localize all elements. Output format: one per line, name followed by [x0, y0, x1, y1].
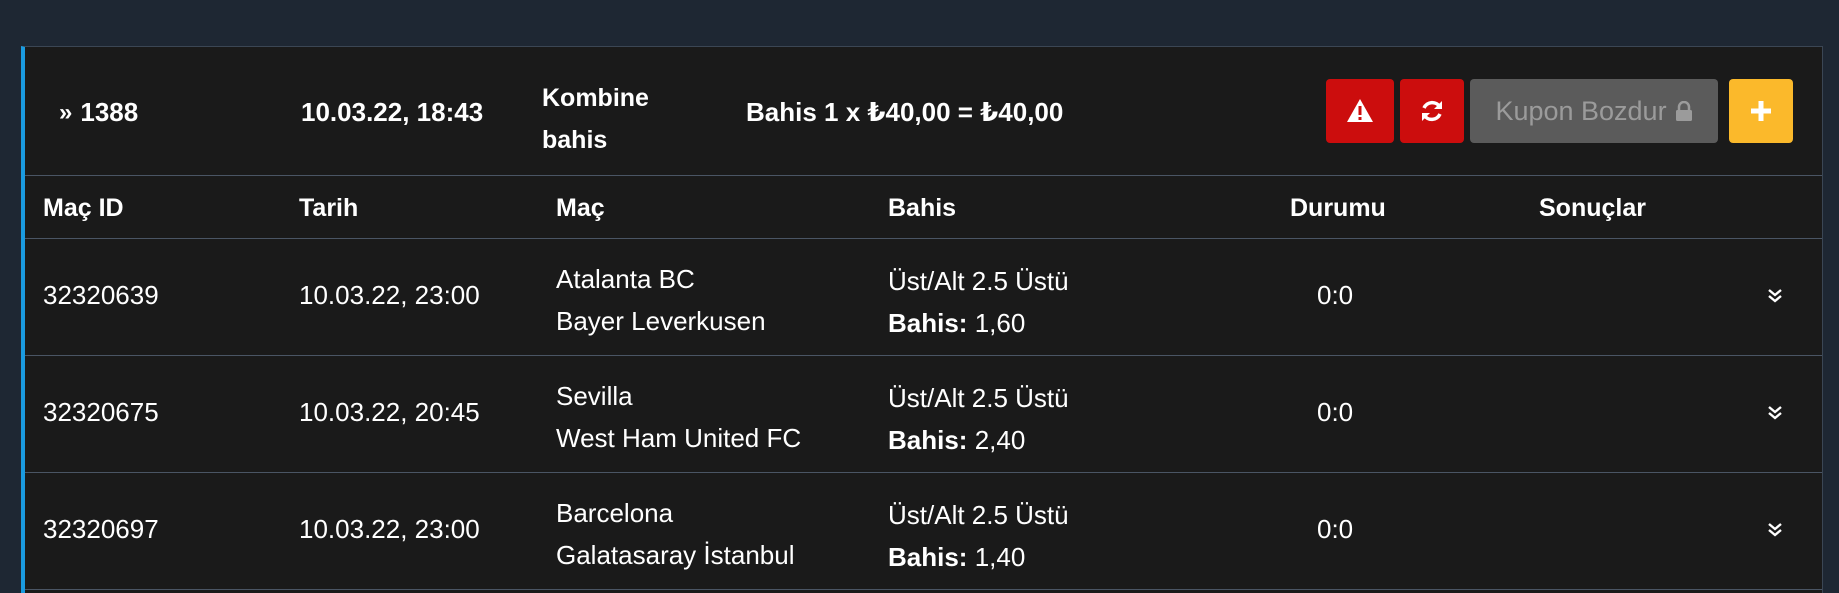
expand-row-button[interactable] [1767, 280, 1783, 311]
coupon-id-value: 1388 [80, 97, 139, 127]
bet-market: Üst/Alt 2.5 Üstü [888, 383, 1069, 413]
odds-value: 2,40 [974, 425, 1026, 455]
warning-icon [1347, 99, 1373, 122]
match-status: 0:0 [1317, 514, 1354, 544]
bet-info: Üst/Alt 2.5 Üstü Bahis: 1,40 [888, 494, 1069, 578]
bet-odds-line: Bahis: 2,40 [888, 419, 1069, 461]
match-id: 32320639 [43, 280, 159, 310]
match-id: 32320675 [43, 397, 159, 427]
coupon-panel: » 1388 10.03.22, 18:43 Kombine bahis Bah… [21, 46, 1823, 593]
coupon-header[interactable]: » 1388 10.03.22, 18:43 Kombine bahis Bah… [25, 47, 1822, 176]
double-chevron-down-icon [1768, 523, 1782, 537]
coupon-id[interactable]: » 1388 [59, 97, 138, 128]
match-status: 0:0 [1317, 280, 1354, 310]
expand-row-button[interactable] [1767, 514, 1783, 545]
header-bet: Bahis [888, 194, 957, 222]
double-chevron-right-icon: » [59, 98, 73, 126]
refresh-icon [1422, 100, 1442, 122]
coupon-type-line2: bahis [542, 126, 608, 154]
header-status: Durumu [1290, 194, 1386, 222]
header-match-id: Maç ID [43, 194, 124, 222]
odds-label: Bahis: [888, 308, 968, 338]
match-id: 32320697 [43, 514, 159, 544]
coupon-type-line1: Kombine [542, 84, 649, 112]
double-chevron-down-icon [1768, 406, 1782, 420]
odds-value: 1,60 [974, 308, 1026, 338]
home-team: Atalanta BC [556, 264, 695, 294]
add-button[interactable] [1729, 79, 1793, 143]
match-teams: Atalanta BC Bayer Leverkusen [556, 258, 766, 342]
coupon-date: 10.03.22, 18:43 [301, 97, 484, 127]
header-date: Tarih [299, 194, 359, 222]
bet-info: Üst/Alt 2.5 Üstü Bahis: 1,60 [888, 260, 1069, 344]
home-team: Sevilla [556, 381, 633, 411]
header-results: Sonuçlar [1539, 194, 1646, 222]
cashout-label: Kupon Bozdur [1495, 95, 1667, 126]
table-row[interactable]: 32320675 10.03.22, 20:45 Sevilla West Ha… [25, 355, 1822, 473]
match-status: 0:0 [1317, 397, 1354, 427]
bet-odds-line: Bahis: 1,60 [888, 302, 1069, 344]
away-team: Galatasaray İstanbul [556, 540, 795, 570]
refresh-button[interactable] [1400, 79, 1464, 143]
match-date: 10.03.22, 23:00 [299, 514, 480, 544]
coupon-type: Kombine bahis [542, 77, 682, 161]
match-date: 10.03.22, 23:00 [299, 280, 480, 310]
home-team: Barcelona [556, 498, 674, 528]
odds-label: Bahis: [888, 425, 968, 455]
odds-label: Bahis: [888, 542, 968, 572]
double-chevron-down-icon [1768, 289, 1782, 303]
coupon-stake: Bahis 1 x ₺40,00 = ₺40,00 [746, 97, 1064, 127]
report-button[interactable] [1326, 79, 1394, 143]
plus-icon [1751, 101, 1771, 121]
lock-icon [1675, 101, 1692, 121]
match-teams: Barcelona Galatasaray İstanbul [556, 492, 794, 576]
header-match: Maç [556, 194, 605, 222]
away-team: West Ham United FC [556, 423, 802, 453]
cashout-button[interactable]: Kupon Bozdur [1470, 79, 1718, 143]
match-date: 10.03.22, 20:45 [299, 397, 480, 427]
bet-market: Üst/Alt 2.5 Üstü [888, 500, 1069, 530]
match-teams: Sevilla West Ham United FC [556, 375, 801, 459]
table-row[interactable]: 32320639 10.03.22, 23:00 Atalanta BC Bay… [25, 238, 1822, 356]
table-row[interactable]: 32320697 10.03.22, 23:00 Barcelona Galat… [25, 472, 1822, 590]
bet-info: Üst/Alt 2.5 Üstü Bahis: 2,40 [888, 377, 1069, 461]
odds-value: 1,40 [974, 542, 1026, 572]
bet-odds-line: Bahis: 1,40 [888, 536, 1069, 578]
bet-market: Üst/Alt 2.5 Üstü [888, 266, 1069, 296]
away-team: Bayer Leverkusen [556, 306, 766, 336]
table-header: Maç ID Tarih Maç Bahis Durumu Sonuçlar [25, 176, 1822, 239]
expand-row-button[interactable] [1767, 397, 1783, 428]
